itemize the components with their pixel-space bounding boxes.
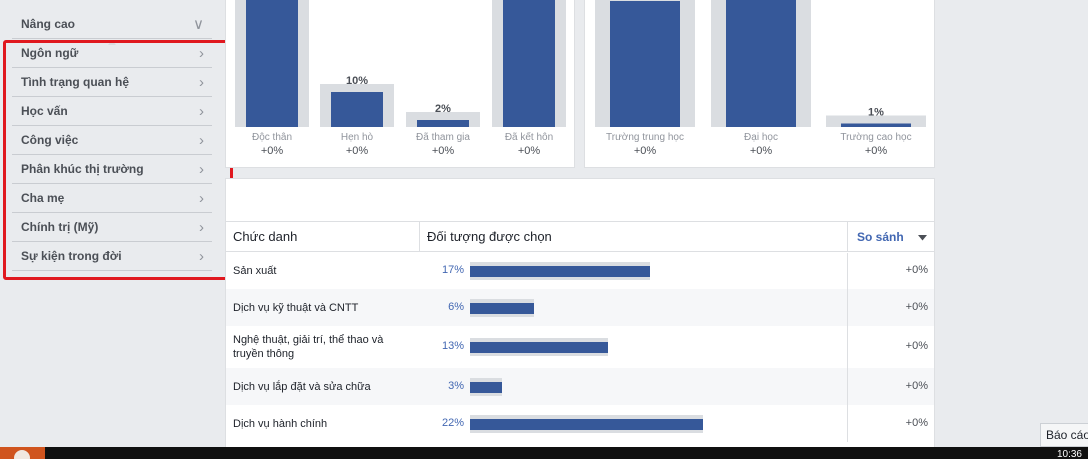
sidebar-item-parents[interactable]: Cha mẹ › xyxy=(12,184,212,213)
job-title-table: Chức danh Đối tượng được chọn So sánh Sả… xyxy=(225,178,935,450)
education-chart-card: 36%Trường trung học+0%Đại học+0%1%Trường… xyxy=(584,0,935,168)
taskbar xyxy=(0,447,1088,459)
bar xyxy=(726,0,796,127)
row-bar-track xyxy=(470,338,608,356)
sidebar-item-market-segment[interactable]: Phân khúc thị trường › xyxy=(12,155,212,184)
change-label: +0% xyxy=(865,145,888,157)
row-title: Dịch vụ hành chính xyxy=(233,417,328,430)
column-header-selected: Đối tượng được chọn xyxy=(427,229,552,244)
chevron-down-icon: ∨ xyxy=(193,16,204,33)
row-percent: 13% xyxy=(441,340,464,352)
sidebar-item-relationship[interactable]: Tình trạng quan hệ › xyxy=(12,68,212,97)
change-label: +0% xyxy=(261,145,284,157)
chevron-right-icon: › xyxy=(199,74,204,91)
sidebar-item-label: Công việc xyxy=(21,133,79,147)
compare-dropdown[interactable]: So sánh xyxy=(857,222,904,252)
bar xyxy=(610,1,680,127)
chevron-right-icon: › xyxy=(199,190,204,207)
sidebar-item-label: Nâng cao xyxy=(21,17,76,31)
sidebar-item-label: Học vấn xyxy=(21,104,68,118)
chevron-right-icon: › xyxy=(199,132,204,149)
change-label: +0% xyxy=(634,145,657,157)
report-button[interactable]: Báo cáo xyxy=(1040,423,1088,447)
relationship-chart-card: Độc thân +0% 10% Hẹn hò +0% 2% Đã tham gia +0% Đ… xyxy=(225,0,575,168)
chevron-right-icon: › xyxy=(199,103,204,120)
table-row: Dịch vụ lắp đặt và sửa chữa 3% +0% xyxy=(226,368,934,405)
bar xyxy=(331,92,383,127)
table-row: Sản xuất 17% +0% xyxy=(226,253,934,289)
category-label: Hẹn hò xyxy=(341,132,374,143)
category-label: Trường cao học xyxy=(840,132,911,143)
row-bar xyxy=(470,266,651,277)
chevron-right-icon: › xyxy=(199,45,204,62)
row-percent: 17% xyxy=(441,264,464,276)
category-label: Độc thân xyxy=(252,132,292,143)
row-bar-track xyxy=(470,377,502,396)
row-title: Sản xuất xyxy=(233,265,277,277)
row-change: +0% xyxy=(905,264,928,276)
row-bar xyxy=(470,302,534,314)
bar-value-label: 2% xyxy=(435,103,451,115)
caret-down-icon[interactable] xyxy=(918,235,927,241)
bar xyxy=(841,123,911,127)
sidebar-item-work[interactable]: Công việc › xyxy=(12,126,212,155)
row-bar-track xyxy=(470,298,534,317)
sidebar-item-education[interactable]: Học vấn › xyxy=(12,97,212,126)
table-row: Dịch vụ kỹ thuật và CNTT 6% +0% xyxy=(226,289,934,326)
bar xyxy=(503,0,555,127)
sidebar-item-advanced[interactable]: Nâng cao ∨ xyxy=(12,10,212,39)
row-bar xyxy=(470,342,608,353)
row-percent: 3% xyxy=(448,379,464,392)
bar-value-label: 1% xyxy=(868,107,884,119)
row-change: +0% xyxy=(905,416,928,429)
row-title: Dịch vụ lắp đặt và sửa chữa xyxy=(233,380,371,393)
category-label: Trường trung học xyxy=(606,132,684,143)
row-percent: 22% xyxy=(441,416,464,429)
chevron-right-icon: › xyxy=(199,219,204,236)
taskbar-clock: 10:36 xyxy=(1056,449,1082,459)
row-bar-track xyxy=(470,262,651,280)
change-label: +0% xyxy=(518,145,541,157)
row-change: +0% xyxy=(905,379,928,392)
category-label: Đã tham gia xyxy=(416,132,470,143)
relationship-chart: Độc thân +0% 10% Hẹn hò +0% 2% Đã tham gia +0% Đ… xyxy=(235,0,566,157)
chevron-right-icon: › xyxy=(199,248,204,265)
education-chart: 36%Trường trung học+0%Đại học+0%1%Trường… xyxy=(595,0,926,157)
sidebar-item-label: Cha mẹ xyxy=(21,191,65,205)
compare-label: So sánh xyxy=(857,230,904,244)
bar xyxy=(417,120,469,127)
row-percent: 6% xyxy=(448,300,464,313)
column-header-title: Chức danh xyxy=(233,229,298,244)
row-bar xyxy=(470,418,704,430)
category-label: Đã kết hôn xyxy=(505,131,553,143)
sidebar-item-label: Phân khúc thị trường xyxy=(21,162,144,176)
sidebar-item-label: Ngôn ngữ xyxy=(21,46,79,60)
category-label: Đại học xyxy=(744,132,778,143)
table-header: Chức danh Đối tượng được chọn So sánh xyxy=(226,221,934,252)
chevron-right-icon: › xyxy=(199,161,204,178)
bar-value-label: 10% xyxy=(346,75,368,87)
change-label: +0% xyxy=(750,145,773,157)
row-bar xyxy=(470,381,502,393)
taskbar-app-icon[interactable] xyxy=(0,447,45,459)
row-title: Nghệ thuật, giải trí, thể thao và truyền… xyxy=(233,334,384,360)
bar xyxy=(246,0,298,127)
sidebar-item-label: Chính trị (Mỹ) xyxy=(21,220,99,234)
row-change: +0% xyxy=(905,340,928,352)
row-change: +0% xyxy=(905,300,928,313)
table-row: Dịch vụ hành chính 22% +0% xyxy=(226,405,934,442)
change-label: +0% xyxy=(346,145,369,157)
sidebar-item-life-events[interactable]: Sự kiện trong đời › xyxy=(12,242,212,271)
sidebar-item-label: Sự kiện trong đời xyxy=(21,249,122,263)
change-label: +0% xyxy=(432,145,455,157)
sidebar-item-politics[interactable]: Chính trị (Mỹ) › xyxy=(12,213,212,242)
table-row: Nghệ thuật, giải trí, thể thao và truyền… xyxy=(226,326,934,368)
row-bar-track xyxy=(470,414,704,433)
sidebar-item-label: Tình trạng quan hệ xyxy=(21,75,129,89)
caret-up-icon xyxy=(108,40,116,45)
row-title: Dịch vụ kỹ thuật và CNTT xyxy=(233,301,359,314)
